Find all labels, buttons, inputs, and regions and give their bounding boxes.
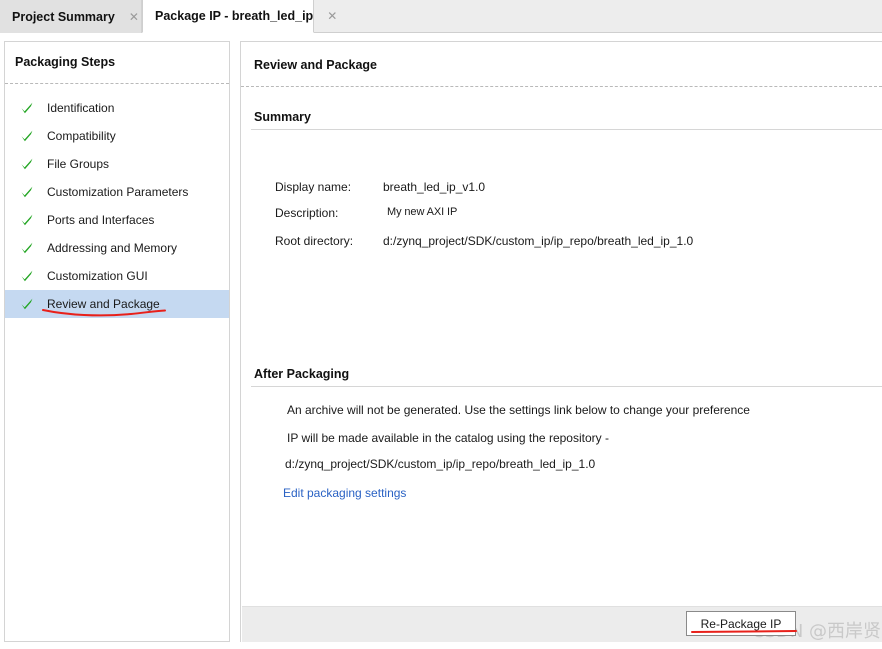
after-packaging-repository-path: d:/zynq_project/SDK/custom_ip/ip_repo/br… <box>285 457 596 471</box>
summary-value: d:/zynq_project/SDK/custom_ip/ip_repo/br… <box>383 234 694 248</box>
sidebar-item-label: Customization Parameters <box>47 185 189 199</box>
sidebar-item-label: File Groups <box>47 157 110 171</box>
edit-packaging-settings-link[interactable]: Edit packaging settings <box>283 486 406 500</box>
after-packaging-heading: After Packaging <box>254 367 350 381</box>
summary-rule <box>251 129 882 130</box>
after-packaging-text: IP will be made available in the catalog… <box>287 431 609 445</box>
tab-label: Package IP - breath_led_ip <box>155 9 314 23</box>
check-icon <box>19 101 35 115</box>
tab-package-ip[interactable]: Package IP - breath_led_ip ✕ <box>142 0 337 33</box>
close-icon[interactable]: ✕ <box>129 11 139 23</box>
sidebar-item-label: Customization GUI <box>47 269 148 283</box>
sidebar-item-label: Ports and Interfaces <box>47 213 155 227</box>
summary-value: breath_led_ip_v1.0 <box>383 180 486 194</box>
re-package-ip-label: Re-Package IP <box>700 616 782 631</box>
packaging-steps-panel: Packaging Steps Identification Compatibi… <box>4 41 230 642</box>
check-icon <box>19 297 35 311</box>
sidebar-item-review-and-package[interactable]: Review and Package <box>5 290 229 318</box>
tab-bar: Project Summary ✕ Package IP - breath_le… <box>0 0 882 33</box>
panel-divider <box>5 83 229 84</box>
sidebar-item-ports-and-interfaces[interactable]: Ports and Interfaces <box>5 206 229 234</box>
check-icon <box>19 129 35 143</box>
after-packaging-text: An archive will not be generated. Use th… <box>287 403 750 417</box>
sidebar-item-addressing-and-memory[interactable]: Addressing and Memory <box>5 234 229 262</box>
summary-heading: Summary <box>254 110 311 124</box>
sidebar-item-customization-gui[interactable]: Customization GUI <box>5 262 229 290</box>
check-icon <box>19 213 35 227</box>
sidebar-item-label: Compatibility <box>47 129 116 143</box>
title-divider <box>241 86 882 87</box>
summary-label: Description: <box>275 206 339 220</box>
sidebar-item-label: Identification <box>47 101 115 115</box>
sidebar-item-identification[interactable]: Identification <box>5 94 229 122</box>
close-icon[interactable]: ✕ <box>327 10 337 22</box>
check-icon <box>19 157 35 171</box>
summary-label: Root directory: <box>275 234 354 248</box>
check-icon <box>19 185 35 199</box>
sidebar-item-compatibility[interactable]: Compatibility <box>5 122 229 150</box>
page-title: Review and Package <box>254 58 377 72</box>
check-icon <box>19 269 35 283</box>
sidebar-item-customization-parameters[interactable]: Customization Parameters <box>5 178 229 206</box>
after-packaging-rule <box>251 386 882 387</box>
review-and-package-panel: Review and Package Summary Display name:… <box>240 41 882 642</box>
sidebar-item-label: Addressing and Memory <box>47 241 178 255</box>
re-package-ip-button[interactable]: Re-Package IP <box>686 611 796 636</box>
summary-label: Display name: <box>275 180 352 194</box>
sidebar-item-label: Review and Package <box>47 297 160 311</box>
tab-project-summary[interactable]: Project Summary ✕ <box>0 0 142 33</box>
sidebar-item-file-groups[interactable]: File Groups <box>5 150 229 178</box>
tab-label: Project Summary <box>12 9 115 24</box>
check-icon <box>19 241 35 255</box>
packaging-steps-list: Identification Compatibility File Groups… <box>5 94 229 318</box>
summary-value: My new AXI IP <box>387 206 458 218</box>
panel-title: Packaging Steps <box>15 55 116 69</box>
